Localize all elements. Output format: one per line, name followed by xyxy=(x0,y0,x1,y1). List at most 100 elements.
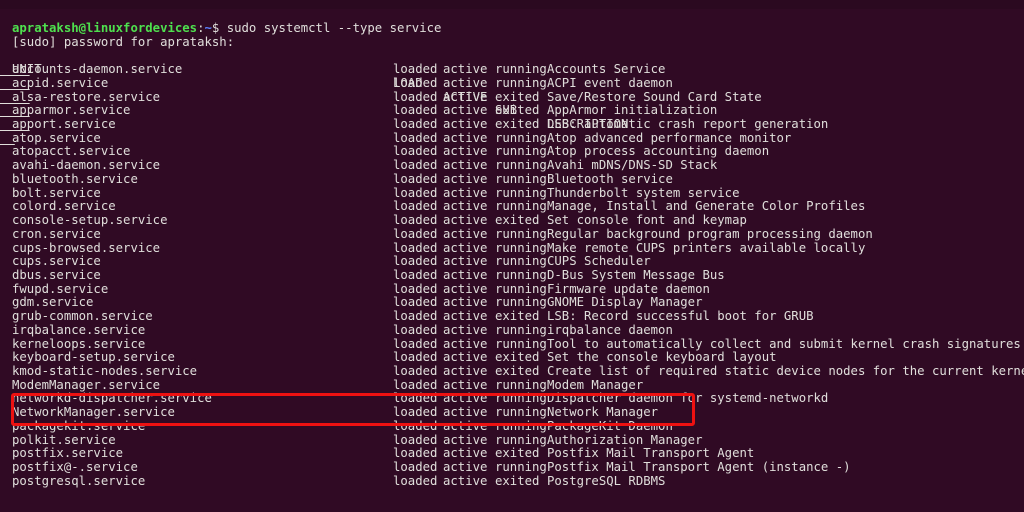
cell-active: active xyxy=(443,75,488,90)
prompt-user-host: aprataksh@linuxfordevices xyxy=(12,21,198,35)
cell-active: active xyxy=(443,254,488,269)
cell-load: loaded xyxy=(393,363,438,378)
cell-sub: running xyxy=(495,144,547,159)
cell-active: active xyxy=(443,240,488,255)
cell-description: Manage, Install and Generate Color Profi… xyxy=(547,199,866,214)
table-row: grub-common.service loaded active exited LSB… xyxy=(0,309,1024,324)
cell-active: active xyxy=(443,130,488,145)
cell-sub: running xyxy=(495,267,547,282)
cell-active: active xyxy=(443,363,488,378)
cell-description: Set console font and keymap xyxy=(547,213,747,228)
table-row: kerneloops.service loaded active running Too… xyxy=(0,336,1024,352)
cell-active: active xyxy=(443,89,488,104)
cell-sub: running xyxy=(495,185,547,200)
cell-unit: keyboard-setup.service xyxy=(12,350,175,365)
table-row: cups.service loaded active running CUPS Sche… xyxy=(0,254,1024,269)
cell-unit: postgresql.service xyxy=(12,473,146,488)
cell-unit: dbus.service xyxy=(12,267,101,282)
cell-sub: running xyxy=(495,240,547,255)
cell-description: Thunderbolt system service xyxy=(547,185,740,200)
cell-active: active xyxy=(443,336,488,351)
cell-sub: exited xyxy=(495,89,540,104)
table-row: NetworkManager.service loaded active runnin… xyxy=(0,405,1024,420)
cell-sub: running xyxy=(495,336,547,351)
cell-unit: packagekit.service xyxy=(12,418,146,433)
table-row: colord.service loaded active running Manage,… xyxy=(0,200,1024,214)
table-row: alsa-restore.service loaded active exited Sa… xyxy=(0,89,1024,105)
cell-sub: running xyxy=(495,460,547,474)
table-row: apparmor.service loaded active exited AppArm… xyxy=(0,104,1024,118)
cell-sub: running xyxy=(495,322,547,337)
table-row: networkd-dispatcher.service loaded active r… xyxy=(0,392,1024,406)
cell-unit: apparmor.service xyxy=(12,103,131,118)
table-row: atopacct.service loaded active running Atop … xyxy=(0,145,1024,159)
cell-active: active xyxy=(443,267,488,282)
cell-unit: NetworkManager.service xyxy=(12,405,175,420)
cell-description: ACPI event daemon xyxy=(547,75,673,90)
table-row: avahi-daemon.service loaded active running A… xyxy=(0,158,1024,173)
cell-unit: grub-common.service xyxy=(12,309,153,324)
cell-load: loaded xyxy=(393,295,438,310)
cell-sub: exited xyxy=(495,103,540,118)
cell-unit: bluetooth.service xyxy=(12,171,138,186)
table-row: bluetooth.service loaded active running Blue… xyxy=(0,171,1024,187)
cell-description: LSB: automatic crash report generation xyxy=(547,117,829,132)
cell-description: PostgreSQL RDBMS xyxy=(547,473,666,488)
table-row: console-setup.service loaded active exited S… xyxy=(0,213,1024,228)
cell-load: loaded xyxy=(393,432,438,447)
cell-sub: exited xyxy=(495,213,540,228)
table-row: packagekit.service loaded active running Pac… xyxy=(0,418,1024,434)
cell-load: loaded xyxy=(393,158,438,173)
cell-load: loaded xyxy=(393,89,438,104)
cell-unit: fwupd.service xyxy=(12,281,109,296)
cell-unit: atop.service xyxy=(12,130,101,145)
cell-active: active xyxy=(443,309,488,324)
cell-load: loaded xyxy=(393,199,438,214)
cell-sub: exited xyxy=(495,350,540,365)
cell-unit: polkit.service xyxy=(12,432,116,447)
command-input[interactable]: sudo systemctl --type service xyxy=(227,21,442,35)
cell-sub: running xyxy=(495,199,547,214)
cell-active: active xyxy=(443,281,488,296)
cell-sub: exited xyxy=(495,117,540,132)
cell-active: active xyxy=(443,213,488,228)
cell-load: loaded xyxy=(393,185,438,200)
table-row: postfix.service loaded active exited Postfix… xyxy=(0,447,1024,461)
cell-load: loaded xyxy=(393,460,438,474)
cell-sub: exited xyxy=(495,309,540,324)
cell-load: loaded xyxy=(393,171,438,186)
cell-load: loaded xyxy=(393,213,438,228)
cell-load: loaded xyxy=(393,405,438,420)
table-header-row: UNIT LOAD ACTIVE SUB DESCRIPTION xyxy=(0,49,1024,130)
cell-load: loaded xyxy=(393,117,438,132)
cell-unit: apport.service xyxy=(12,117,116,132)
cell-unit: acpid.service xyxy=(12,75,109,90)
cell-unit: irqbalance.service xyxy=(12,322,146,337)
cell-sub: running xyxy=(495,171,547,186)
cell-sub: running xyxy=(495,226,547,241)
table-row: polkit.service loaded active running Authori… xyxy=(0,432,1024,448)
prompt-path: ~ xyxy=(204,21,212,35)
cell-load: loaded xyxy=(393,322,438,337)
table-row: bolt.service loaded active running Thunderbo… xyxy=(0,185,1024,201)
cell-description: Save/Restore Sound Card State xyxy=(547,89,762,104)
cell-description: Firmware update daemon xyxy=(547,281,710,296)
table-row: cups-browsed.service loaded active running M… xyxy=(0,240,1024,256)
cell-active: active xyxy=(443,473,488,488)
cell-sub: exited xyxy=(495,363,540,378)
cell-active: active xyxy=(443,460,488,474)
cell-active: active xyxy=(443,199,488,214)
cell-sub: running xyxy=(495,130,547,145)
command-text xyxy=(219,21,226,35)
table-row: keyboard-setup.service loaded active exited… xyxy=(0,351,1024,365)
cell-active: active xyxy=(443,418,488,433)
cell-unit: colord.service xyxy=(12,199,116,214)
terminal-window[interactable]: aprataksh@linuxfordevices:~$ sudo system… xyxy=(0,0,1024,512)
cell-sub: running xyxy=(495,295,547,310)
cell-description: Accounts Service xyxy=(547,62,666,77)
cell-description: Modem Manager xyxy=(547,377,644,392)
table-row: gdm.service loaded active running GNOME Disp… xyxy=(0,296,1024,310)
cell-description: Bluetooth service xyxy=(547,171,673,186)
cell-load: loaded xyxy=(393,240,438,255)
cell-sub: running xyxy=(495,391,547,406)
